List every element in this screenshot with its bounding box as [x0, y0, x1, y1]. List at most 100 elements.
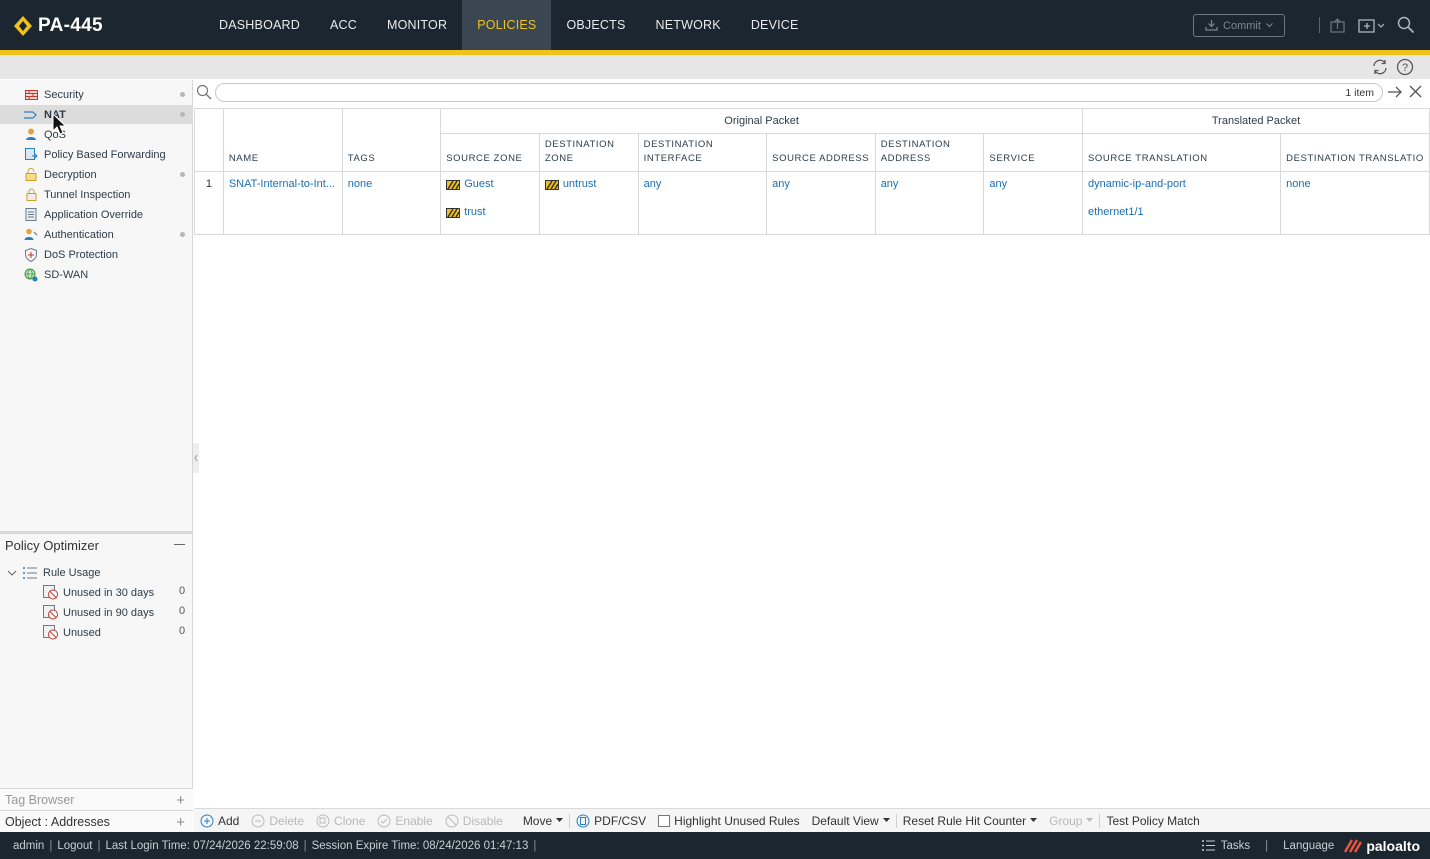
sidebar-splitter[interactable]	[0, 531, 193, 534]
column-header-source-zone[interactable]: SOURCE ZONE	[440, 133, 540, 172]
language-button[interactable]: Language	[1283, 840, 1334, 852]
tasks-button[interactable]: Tasks	[1201, 839, 1250, 852]
device-name: PA-445	[38, 15, 103, 36]
highlight-unused-toggle[interactable]: Highlight Unused Rules	[658, 814, 800, 828]
tree-unused-30-days[interactable]: Unused in 30 days	[43, 583, 154, 602]
column-header-destination-interface[interactable]: DESTINATION INTERFACE	[637, 133, 768, 172]
table-row[interactable]: 1 SNAT-Internal-to-Int... none Guest tru…	[194, 171, 1430, 235]
reset-rule-hit-counter-dropdown[interactable]: Reset Rule Hit Counter	[903, 814, 1038, 828]
brand-text: paloalto	[1366, 837, 1420, 854]
enable-button[interactable]: Enable	[377, 813, 433, 828]
disable-button[interactable]: Disable	[445, 814, 503, 828]
clone-label: Clone	[334, 813, 366, 828]
sidebar-item-application-override[interactable]: Application Override	[0, 205, 193, 224]
sidebar-item-qos[interactable]: QoS	[0, 125, 193, 144]
apply-filter-arrow-icon[interactable]	[1387, 85, 1403, 102]
column-header-name[interactable]: NAME	[222, 108, 343, 172]
app-logo[interactable]: PA-445	[13, 14, 103, 38]
enable-label: Enable	[395, 813, 433, 828]
clear-filter-close-icon[interactable]	[1409, 85, 1422, 101]
tab-policies[interactable]: POLICIES	[462, 0, 552, 50]
sidebar-item-security[interactable]: Security	[0, 85, 193, 104]
expand-plus-icon[interactable]: +	[176, 792, 185, 809]
divider	[1099, 813, 1101, 828]
default-view-dropdown[interactable]: Default View	[812, 814, 890, 828]
tab-dashboard[interactable]: DASHBOARD	[204, 0, 315, 50]
divider: |	[303, 839, 307, 852]
delete-button[interactable]: Delete	[251, 814, 304, 828]
sidebar-item-authentication[interactable]: Authentication	[0, 225, 193, 244]
sidebar-item-dos-protection[interactable]: DoS Protection	[0, 245, 193, 264]
column-header-source-translation[interactable]: SOURCE TRANSLATION	[1081, 133, 1282, 172]
rule-name-link[interactable]: SNAT-Internal-to-Int...	[222, 171, 343, 235]
search-icon[interactable]	[1397, 15, 1415, 35]
highlight-unused-checkbox[interactable]	[658, 814, 671, 827]
sidebar-item-nat[interactable]: NAT	[0, 105, 193, 124]
pane-collapse-handle[interactable]	[193, 443, 199, 473]
column-header-source-address[interactable]: SOURCE ADDRESS	[766, 133, 876, 172]
test-policy-match-button[interactable]: Test Policy Match	[1106, 814, 1199, 828]
cell-destination-translation[interactable]: none	[1280, 171, 1430, 235]
pdf-csv-label: PDF/CSV	[594, 813, 647, 828]
column-header-service[interactable]: SERVICE	[983, 133, 1083, 172]
commit-button[interactable]: Commit	[1193, 14, 1285, 37]
pdf-csv-button[interactable]: PDF/CSV	[576, 814, 646, 828]
tab-acc[interactable]: ACC	[315, 0, 372, 50]
column-header-destination-address[interactable]: DESTINATION ADDRESS	[874, 133, 985, 172]
refresh-icon[interactable]	[1371, 58, 1389, 76]
object-addresses-panel[interactable]: Object : Addresses +	[0, 810, 193, 832]
app-override-icon	[24, 208, 38, 222]
tab-objects[interactable]: OBJECTS	[551, 0, 640, 50]
zone-name: untrust	[562, 178, 597, 190]
rule-tags[interactable]: none	[341, 171, 442, 235]
tab-monitor[interactable]: MONITOR	[372, 0, 462, 50]
column-header-destination-translation[interactable]: DESTINATION TRANSLATIO	[1280, 133, 1430, 172]
tab-device[interactable]: DEVICE	[736, 0, 814, 50]
cell-service[interactable]: any	[983, 171, 1083, 235]
zone-entry[interactable]: trust	[446, 206, 534, 234]
zone-entry[interactable]: Guest	[446, 178, 534, 206]
tree-rule-usage[interactable]: Rule Usage	[7, 563, 100, 582]
help-icon[interactable]: ?	[1396, 58, 1414, 76]
add-label: Add	[218, 813, 240, 828]
sidebar-item-tunnel-inspection[interactable]: Tunnel Inspection	[0, 185, 193, 204]
nat-icon	[24, 108, 38, 122]
expand-plus-icon[interactable]: +	[176, 814, 185, 831]
group-dropdown[interactable]: Group	[1049, 814, 1094, 828]
tree-unused[interactable]: Unused	[43, 623, 101, 642]
status-dot	[180, 232, 185, 237]
tree-unused-90-days[interactable]: Unused in 90 days	[43, 603, 154, 622]
sidebar-item-label: DoS Protection	[44, 248, 118, 261]
add-button[interactable]: Add	[200, 814, 239, 828]
tab-network[interactable]: NETWORK	[641, 0, 736, 50]
lock-config-icon[interactable]	[1329, 15, 1347, 35]
sidebar-item-pbf[interactable]: Policy Based Forwarding	[0, 145, 193, 164]
divider: |	[49, 839, 53, 852]
unused-rule-icon	[43, 585, 58, 600]
divider	[895, 813, 897, 828]
move-dropdown[interactable]: Move	[523, 814, 564, 828]
sidebar-item-sd-wan[interactable]: SD-WAN	[0, 265, 193, 284]
cell-destination-address[interactable]: any	[874, 171, 985, 235]
clone-button[interactable]: Clone	[316, 814, 365, 828]
cell-source-address[interactable]: any	[766, 171, 876, 235]
tasks-icon	[1201, 840, 1215, 851]
column-header-destination-zone[interactable]: DESTINATION ZONE	[538, 133, 639, 172]
logout-link[interactable]: Logout	[57, 840, 92, 852]
translation-type[interactable]: dynamic-ip-and-port	[1088, 178, 1275, 206]
column-header-tags[interactable]: TAGS	[341, 108, 442, 172]
tag-browser-panel[interactable]: Tag Browser +	[0, 788, 193, 810]
collapse-icon[interactable]	[174, 544, 185, 545]
config-menu-icon[interactable]	[1358, 15, 1386, 35]
zone-entry[interactable]: untrust	[544, 178, 633, 206]
pa-logo-icon	[13, 15, 33, 37]
filter-input[interactable]: 1 item	[215, 83, 1383, 102]
main-nav-tabs: DASHBOARD ACC MONITOR POLICIES OBJECTS N…	[204, 0, 814, 50]
tasks-label: Tasks	[1220, 839, 1251, 852]
translation-interface[interactable]: ethernet1/1	[1088, 206, 1275, 234]
sidebar-item-decryption[interactable]: Decryption	[0, 165, 193, 184]
sidebar-item-label: Application Override	[44, 208, 144, 221]
cell-destination-interface[interactable]: any	[637, 171, 768, 235]
status-dot	[180, 172, 185, 177]
cell-source-translation: dynamic-ip-and-port ethernet1/1	[1081, 171, 1282, 235]
